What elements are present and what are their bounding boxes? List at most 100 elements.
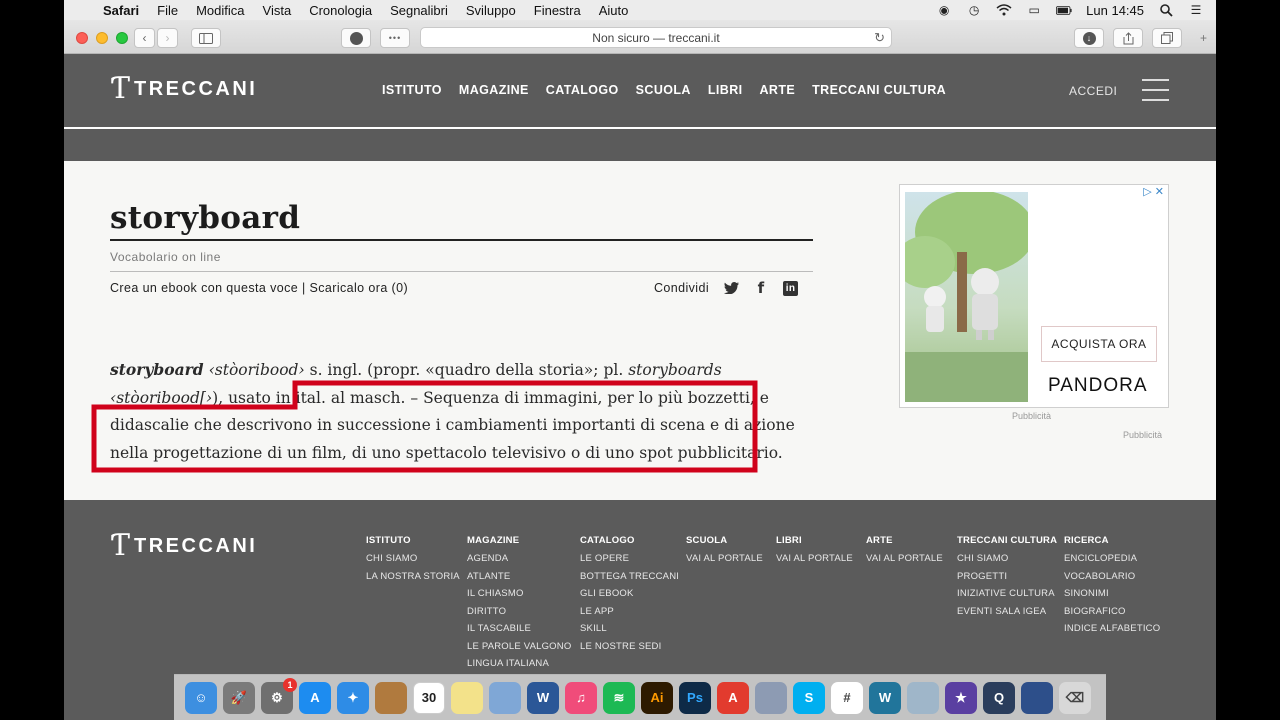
sidebar-toggle-button[interactable]: [191, 28, 221, 48]
zoom-window-icon[interactable]: [116, 32, 128, 44]
record-icon[interactable]: ◉: [936, 3, 952, 17]
spotlight-search-icon[interactable]: [1158, 3, 1174, 17]
footer-link[interactable]: BOTTEGA TRECCANI: [580, 571, 679, 582]
twitter-icon[interactable]: [723, 280, 739, 296]
dock-item[interactable]: [486, 680, 524, 716]
new-tab-icon[interactable]: +: [1200, 31, 1207, 45]
dock-item[interactable]: S: [790, 680, 828, 716]
dock-item[interactable]: 🚀: [220, 680, 258, 716]
footer-link[interactable]: IL TASCABILE: [467, 623, 571, 634]
dock-item[interactable]: A: [714, 680, 752, 716]
footer-link[interactable]: SINONIMI: [1064, 588, 1160, 599]
dock-item[interactable]: ☺: [182, 680, 220, 716]
footer-link[interactable]: LINGUA ITALIANA: [467, 658, 571, 669]
dock-item[interactable]: A: [296, 680, 334, 716]
footer-link[interactable]: LE APP: [580, 606, 679, 617]
footer-heading[interactable]: CATALOGO: [580, 535, 679, 546]
close-window-icon[interactable]: [76, 32, 88, 44]
footer-link[interactable]: INDICE ALFABETICO: [1064, 623, 1160, 634]
footer-heading[interactable]: ISTITUTO: [366, 535, 460, 546]
footer-link[interactable]: LE NOSTRE SEDI: [580, 641, 679, 652]
footer-link[interactable]: DIRITTO: [467, 606, 571, 617]
nav-magazine[interactable]: MAGAZINE: [459, 83, 529, 97]
pinterest-extension-button[interactable]: [341, 28, 371, 48]
share-button[interactable]: [1113, 28, 1143, 48]
menu-aiuto[interactable]: Aiuto: [590, 3, 638, 18]
time-machine-icon[interactable]: ◷: [966, 3, 982, 17]
linkedin-icon[interactable]: in: [783, 280, 799, 296]
dock-item[interactable]: Q: [980, 680, 1018, 716]
footer-link[interactable]: IL CHIASMO: [467, 588, 571, 599]
nav-catalogo[interactable]: CATALOGO: [546, 83, 619, 97]
dock-item[interactable]: W: [866, 680, 904, 716]
ad-cta-button[interactable]: ACQUISTA ORA: [1041, 326, 1157, 362]
footer-link[interactable]: EVENTI SALA IGEA: [957, 606, 1057, 617]
menu-vista[interactable]: Vista: [254, 3, 301, 18]
battery-icon[interactable]: [1056, 4, 1072, 16]
footer-link[interactable]: BIOGRAFICO: [1064, 606, 1160, 617]
dock-item[interactable]: ★: [942, 680, 980, 716]
footer-link[interactable]: PROGETTI: [957, 571, 1057, 582]
dock-item[interactable]: 30: [410, 680, 448, 716]
dock-item[interactable]: W: [524, 680, 562, 716]
menubar-clock[interactable]: Lun 14:45: [1086, 3, 1144, 18]
menu-app-safari[interactable]: Safari: [94, 3, 148, 18]
dock-item[interactable]: Ai: [638, 680, 676, 716]
footer-link[interactable]: LE OPERE: [580, 553, 679, 564]
treccani-logo[interactable]: Ƭ TRECCANI: [110, 74, 257, 104]
menu-cronologia[interactable]: Cronologia: [300, 3, 381, 18]
footer-link[interactable]: CHI SIAMO: [366, 553, 460, 564]
footer-link[interactable]: AGENDA: [467, 553, 571, 564]
footer-link[interactable]: ENCICLOPEDIA: [1064, 553, 1160, 564]
footer-heading[interactable]: RICERCA: [1064, 535, 1160, 546]
footer-link[interactable]: SKILL: [580, 623, 679, 634]
nav-arte[interactable]: ARTE: [760, 83, 796, 97]
dock-item[interactable]: [752, 680, 790, 716]
footer-link[interactable]: LE PAROLE VALGONO: [467, 641, 571, 652]
footer-heading[interactable]: ARTE: [866, 535, 943, 546]
dock-item[interactable]: [372, 680, 410, 716]
nav-libri[interactable]: LIBRI: [708, 83, 743, 97]
menu-segnalibri[interactable]: Segnalibri: [381, 3, 457, 18]
menu-sviluppo[interactable]: Sviluppo: [457, 3, 525, 18]
footer-link[interactable]: INIZIATIVE CULTURA: [957, 588, 1057, 599]
ad-choices-icon[interactable]: ▷ ✕: [1143, 185, 1164, 198]
footer-heading[interactable]: TRECCANI CULTURA: [957, 535, 1057, 546]
airplay-icon[interactable]: ▭: [1026, 3, 1042, 17]
nav-istituto[interactable]: ISTITUTO: [382, 83, 442, 97]
source-label[interactable]: Vocabolario on line: [110, 250, 221, 264]
download-link[interactable]: Scaricalo ora: [310, 281, 388, 295]
dock-item[interactable]: [448, 680, 486, 716]
footer-heading[interactable]: MAGAZINE: [467, 535, 571, 546]
dock-item[interactable]: ⚙ 1: [258, 677, 297, 716]
dock-item[interactable]: ≋: [600, 680, 638, 716]
tabs-overview-button[interactable]: [1152, 28, 1182, 48]
dock-item[interactable]: ♫: [562, 680, 600, 716]
menu-file[interactable]: File: [148, 3, 187, 18]
forward-button[interactable]: ›: [157, 28, 178, 48]
dock-item[interactable]: ✦: [334, 680, 372, 716]
back-button[interactable]: ‹: [134, 28, 155, 48]
ad-banner[interactable]: ACQUISTA ORA PANDORA ▷ ✕: [899, 184, 1169, 408]
hamburger-menu-icon[interactable]: [1142, 79, 1169, 101]
footer-link[interactable]: CHI SIAMO: [957, 553, 1057, 564]
dock-item[interactable]: ⌫: [1056, 680, 1094, 716]
dock-item[interactable]: [904, 680, 942, 716]
footer-link[interactable]: VOCABOLARIO: [1064, 571, 1160, 582]
footer-link[interactable]: VAI AL PORTALE: [776, 553, 853, 564]
footer-link[interactable]: GLI EBOOK: [580, 588, 679, 599]
dock-item[interactable]: Ps: [676, 680, 714, 716]
footer-link[interactable]: ATLANTE: [467, 571, 571, 582]
downloads-button[interactable]: ↓: [1074, 28, 1104, 48]
minimize-window-icon[interactable]: [96, 32, 108, 44]
menu-modifica[interactable]: Modifica: [187, 3, 253, 18]
footer-link[interactable]: LA NOSTRA STORIA: [366, 571, 460, 582]
login-link[interactable]: ACCEDI: [1069, 84, 1117, 98]
facebook-icon[interactable]: f: [753, 279, 769, 297]
reload-icon[interactable]: ↻: [874, 30, 885, 46]
footer-link[interactable]: VAI AL PORTALE: [686, 553, 763, 564]
notification-center-icon[interactable]: ☰: [1188, 3, 1204, 17]
wifi-icon[interactable]: [996, 4, 1012, 16]
dock-item[interactable]: [1018, 680, 1056, 716]
menu-finestra[interactable]: Finestra: [525, 3, 590, 18]
